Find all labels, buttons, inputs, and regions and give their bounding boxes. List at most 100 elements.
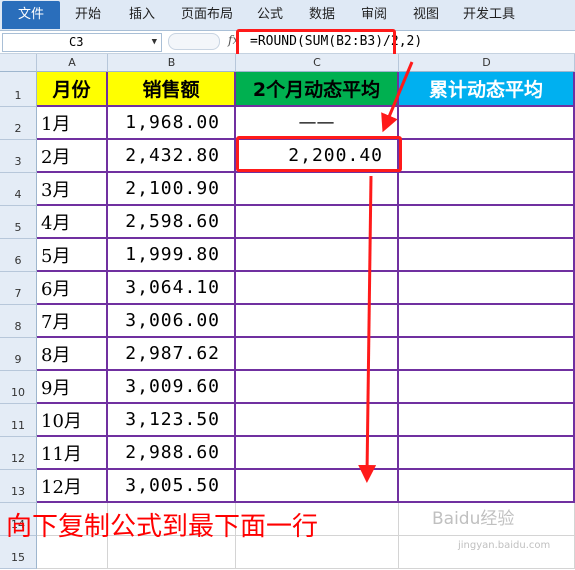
cell[interactable]: 3月	[37, 173, 108, 206]
column-header-d[interactable]: D	[399, 54, 575, 72]
month-label: 3月	[41, 179, 71, 201]
month-label: 11月	[41, 443, 82, 465]
cell[interactable]: 3,064.10	[108, 272, 236, 305]
cell[interactable]: 累计动态平均	[399, 72, 575, 107]
cell[interactable]: 3,123.50	[108, 404, 236, 437]
cell[interactable]	[399, 470, 575, 503]
row-header[interactable]: 2	[0, 107, 37, 140]
month-label: 6月	[41, 278, 71, 300]
cell[interactable]	[399, 371, 575, 404]
row-header[interactable]: 6	[0, 239, 37, 272]
cell[interactable]: 11月	[37, 437, 108, 470]
tab-data[interactable]: 数据	[304, 0, 340, 30]
sales-value: 2,100.90	[125, 178, 220, 199]
sales-value: 3,006.00	[125, 310, 220, 331]
tab-developer[interactable]: 开发工具	[460, 0, 518, 30]
cell[interactable]: 1月	[37, 107, 108, 140]
cell[interactable]: 2个月动态平均	[236, 72, 399, 107]
column-header-c[interactable]: C	[236, 54, 399, 72]
formula-bar-splitter[interactable]	[168, 33, 220, 50]
cell[interactable]	[236, 173, 399, 206]
cell[interactable]: 2,432.80	[108, 140, 236, 173]
cell[interactable]	[236, 371, 399, 404]
column-title-b: 销售额	[142, 79, 200, 101]
cell[interactable]: 3,006.00	[108, 305, 236, 338]
sales-value: 2,987.62	[125, 343, 220, 364]
cell[interactable]: 9月	[37, 371, 108, 404]
tab-home[interactable]: 开始	[70, 0, 106, 30]
row-header[interactable]: 9	[0, 338, 37, 371]
month-label: 9月	[41, 377, 71, 399]
cell[interactable]: 5月	[37, 239, 108, 272]
cell[interactable]	[399, 272, 575, 305]
cell[interactable]	[399, 404, 575, 437]
row-header[interactable]: 8	[0, 305, 37, 338]
cell[interactable]	[236, 404, 399, 437]
cell[interactable]	[236, 305, 399, 338]
cell[interactable]: 6月	[37, 272, 108, 305]
row-header[interactable]: 10	[0, 371, 37, 404]
sales-value: 3,123.50	[125, 409, 220, 430]
cell[interactable]: 2月	[37, 140, 108, 173]
cell[interactable]: 4月	[37, 206, 108, 239]
cell[interactable]	[399, 239, 575, 272]
cell[interactable]	[236, 470, 399, 503]
tab-insert[interactable]: 插入	[124, 0, 160, 30]
moving-average-value: ——	[298, 112, 335, 133]
column-header-b[interactable]: B	[108, 54, 236, 72]
column-header-a[interactable]: A	[37, 54, 108, 72]
cell[interactable]	[399, 437, 575, 470]
column-title-c: 2个月动态平均	[252, 79, 381, 101]
month-label: 1月	[41, 113, 71, 135]
cell[interactable]	[399, 140, 575, 173]
cell[interactable]: 8月	[37, 338, 108, 371]
cell[interactable]: 12月	[37, 470, 108, 503]
tab-formulas[interactable]: 公式	[252, 0, 288, 30]
cell[interactable]: 7月	[37, 305, 108, 338]
tab-file[interactable]: 文件	[2, 1, 60, 29]
select-all-corner[interactable]	[0, 54, 37, 72]
sales-value: 3,005.50	[125, 475, 220, 496]
column-title-d: 累计动态平均	[428, 79, 543, 101]
cell[interactable]	[236, 239, 399, 272]
row-header[interactable]: 5	[0, 206, 37, 239]
row-header[interactable]: 13	[0, 470, 37, 503]
month-label: 8月	[41, 344, 71, 366]
cell[interactable]	[236, 206, 399, 239]
sales-value: 2,598.60	[125, 211, 220, 232]
month-label: 7月	[41, 311, 71, 333]
cell[interactable]	[236, 338, 399, 371]
cell-c3-highlight-box	[236, 136, 402, 172]
cell[interactable]: 1,999.80	[108, 239, 236, 272]
cell[interactable]	[399, 206, 575, 239]
chevron-down-icon[interactable]: ▼	[152, 34, 157, 51]
cell[interactable]	[399, 338, 575, 371]
cell[interactable]	[236, 272, 399, 305]
sales-value: 3,064.10	[125, 277, 220, 298]
row-header[interactable]: 3	[0, 140, 37, 173]
cell[interactable]	[399, 107, 575, 140]
tab-page-layout[interactable]: 页面布局	[178, 0, 236, 30]
cell[interactable]: 2,988.60	[108, 437, 236, 470]
tab-view[interactable]: 视图	[408, 0, 444, 30]
month-label: 5月	[41, 245, 71, 267]
cell[interactable]: 月份	[37, 72, 108, 107]
tab-review[interactable]: 审阅	[356, 0, 392, 30]
cell[interactable]	[399, 173, 575, 206]
cell[interactable]: 10月	[37, 404, 108, 437]
cell[interactable]: 销售额	[108, 72, 236, 107]
cell[interactable]: 2,598.60	[108, 206, 236, 239]
cell[interactable]	[236, 437, 399, 470]
cell[interactable]: 1,968.00	[108, 107, 236, 140]
cell[interactable]: 2,100.90	[108, 173, 236, 206]
row-header[interactable]: 1	[0, 72, 37, 107]
cell[interactable]	[399, 305, 575, 338]
name-box[interactable]: C3 ▼	[2, 33, 162, 52]
row-header[interactable]: 4	[0, 173, 37, 206]
row-header[interactable]: 12	[0, 437, 37, 470]
cell[interactable]: 3,005.50	[108, 470, 236, 503]
cell[interactable]: 2,987.62	[108, 338, 236, 371]
row-header[interactable]: 11	[0, 404, 37, 437]
row-header[interactable]: 7	[0, 272, 37, 305]
cell[interactable]: 3,009.60	[108, 371, 236, 404]
